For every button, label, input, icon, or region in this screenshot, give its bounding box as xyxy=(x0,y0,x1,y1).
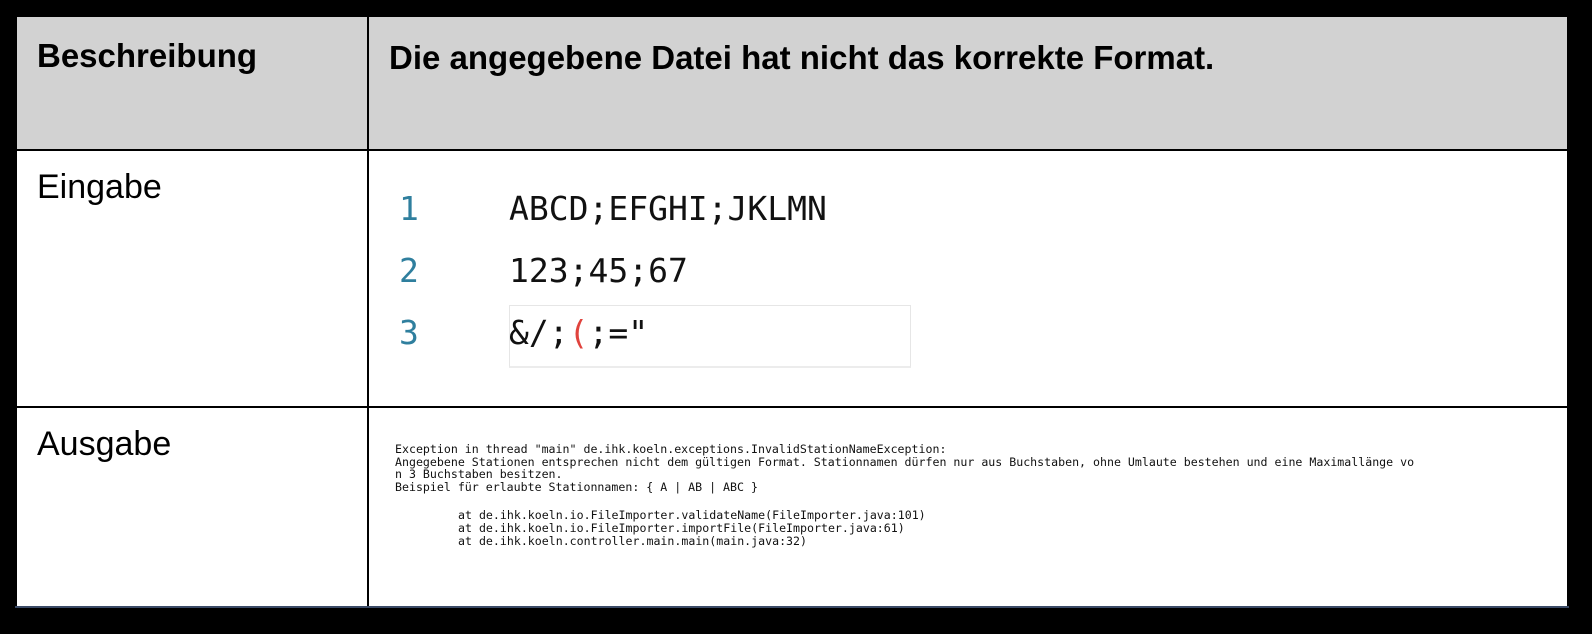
code-text: ABCD;EFGHI;JKLMN xyxy=(509,189,827,228)
stack-line: at de.ihk.koeln.io.FileImporter.importFi… xyxy=(458,520,905,535)
description-text: Die angegebene Datei hat nicht das korre… xyxy=(389,39,1215,76)
console-output: Exception in thread "main" de.ihk.koeln.… xyxy=(369,408,1567,547)
description-label: Beschreibung xyxy=(37,37,258,74)
input-label-cell: Eingabe xyxy=(15,149,369,408)
stack-trace: at de.ihk.koeln.io.FileImporter.validate… xyxy=(395,509,1567,547)
output-label: Ausgabe xyxy=(37,425,172,463)
console-line: Exception in thread "main" de.ihk.koeln.… xyxy=(395,442,947,456)
code-line: 2 123;45;67 xyxy=(399,251,1567,313)
console-line: Angegebene Stationen entsprechen nicht d… xyxy=(395,454,1415,469)
code-text-part: ;=" xyxy=(588,313,649,352)
code-text-part: &/; xyxy=(509,313,569,352)
console-line: n 3 Buchstaben besitzen. xyxy=(395,467,563,482)
line-number: 3 xyxy=(399,313,419,352)
code-bracket-token: ( xyxy=(568,313,589,352)
console-line: Beispiel für erlaubte Stationnamen: { A … xyxy=(395,479,758,494)
document-table-frame: Beschreibung Die angegebene Datei hat ni… xyxy=(15,15,1569,615)
code-text: 123;45;67 xyxy=(509,251,688,290)
output-console-cell: Exception in thread "main" de.ihk.koeln.… xyxy=(367,406,1569,608)
header-row: Beschreibung Die angegebene Datei hat ni… xyxy=(15,15,1569,151)
test-case-table: Beschreibung Die angegebene Datei hat ni… xyxy=(15,15,1569,608)
code-line-current: 3 &/;(;=" xyxy=(399,305,1567,375)
code-line: 1 ABCD;EFGHI;JKLMN xyxy=(399,189,1567,251)
output-label-cell: Ausgabe xyxy=(15,406,369,608)
code-text: &/;(;=" xyxy=(509,313,648,352)
line-number: 1 xyxy=(399,189,419,228)
stack-line: at de.ihk.koeln.controller.main.main(mai… xyxy=(458,533,808,548)
code-snippet: 1 ABCD;EFGHI;JKLMN 2 123;45;67 3 &/;(;=" xyxy=(399,189,1567,375)
header-title-cell: Die angegebene Datei hat nicht das korre… xyxy=(367,15,1569,151)
input-row: Eingabe 1 ABCD;EFGHI;JKLMN 2 123;45;67 3 &/… xyxy=(15,149,1569,408)
input-code-cell: 1 ABCD;EFGHI;JKLMN 2 123;45;67 3 &/;(;=" xyxy=(367,149,1569,408)
output-row: Ausgabe Exception in thread "main" de.ih… xyxy=(15,406,1569,608)
input-label: Eingabe xyxy=(37,168,162,206)
line-number: 2 xyxy=(399,251,419,290)
header-label-cell: Beschreibung xyxy=(15,15,369,151)
